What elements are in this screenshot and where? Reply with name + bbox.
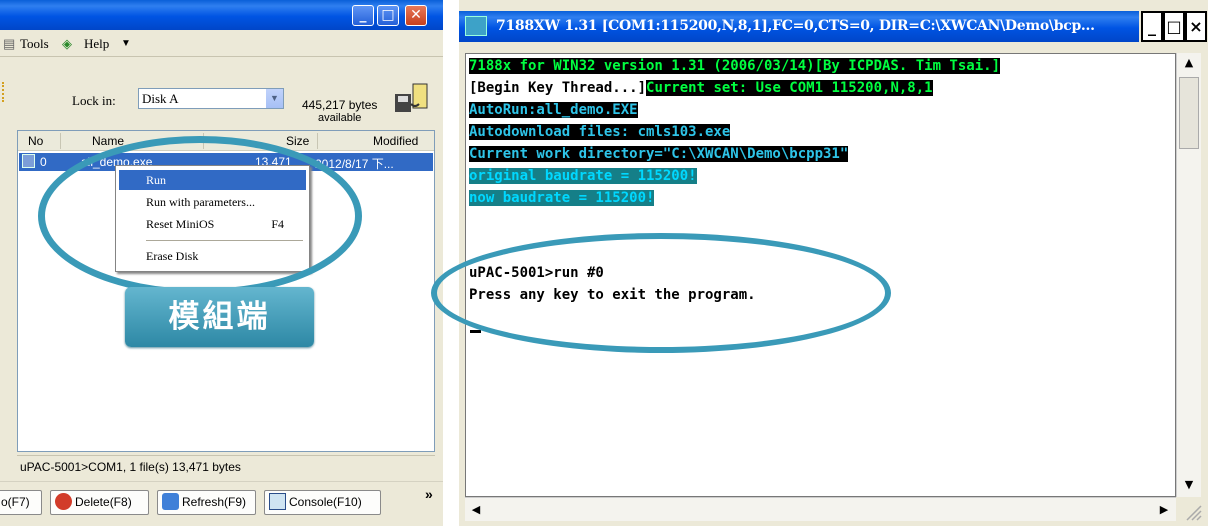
partial-button-label: o(F7): [1, 495, 30, 509]
col-no[interactable]: No: [28, 134, 43, 148]
close-icon[interactable]: ×: [1185, 11, 1207, 42]
refresh-button[interactable]: Refresh(F9): [157, 490, 256, 515]
maximize-icon[interactable]: □: [1163, 11, 1185, 42]
annotation-label: 模組端: [125, 287, 314, 347]
delete-button-label: Delete(F8): [75, 495, 132, 509]
window-title: 7188XW 1.31 [COM1:115200,N,8,1],FC=0,CTS…: [496, 18, 1095, 34]
menu-tools[interactable]: Tools: [20, 36, 49, 52]
refresh-icon: [162, 493, 179, 510]
scroll-up-icon[interactable]: ▲: [1178, 53, 1200, 73]
file-icon: [22, 154, 35, 168]
menu-separator-icon: ▤: [3, 36, 16, 51]
scroll-right-icon[interactable]: ▶: [1153, 500, 1175, 520]
disk-select-value: Disk A: [142, 91, 179, 106]
console-line: Current work directory="C:\XWCAN\Demo\bc…: [469, 146, 849, 162]
toolbar-overflow[interactable]: »: [425, 486, 433, 502]
console-line: now baudrate = 115200!: [469, 190, 655, 206]
right-title-bar[interactable]: 7188XW 1.31 [COM1:115200,N,8,1],FC=0,CTS…: [459, 11, 1139, 42]
scroll-down-icon[interactable]: ▼: [1178, 475, 1200, 495]
delete-button[interactable]: Delete(F8): [50, 490, 149, 515]
status-bar: uPAC-5001>COM1, 1 file(s) 13,471 bytes: [17, 455, 435, 477]
console-cursor: [470, 330, 481, 333]
lock-in-label: Lock in:: [72, 93, 116, 108]
annotation-circle-right: [431, 233, 891, 353]
right-title-area: 7188XW 1.31 [COM1:115200,N,8,1],FC=0,CTS…: [459, 0, 1208, 53]
console-button-label: Console(F10): [289, 495, 362, 509]
maximize-icon[interactable]: □: [377, 5, 399, 26]
console-line: 7188x for WIN32 version 1.31 (2006/03/14…: [469, 58, 1001, 74]
console-line: Current set: Use COM1 115200,N,8,1: [646, 80, 933, 96]
scroll-thumb[interactable]: [1179, 77, 1199, 149]
minimize-icon[interactable]: _: [1141, 11, 1163, 42]
partial-button[interactable]: o(F7): [0, 490, 42, 515]
close-icon[interactable]: ✕: [405, 5, 427, 26]
disk-icon: [395, 83, 428, 112]
console-line: original baudrate = 115200!: [469, 168, 697, 184]
console-button[interactable]: Console(F10): [264, 490, 381, 515]
chevron-down-icon[interactable]: ▼: [121, 38, 131, 49]
button-bar: o(F7) Delete(F8) Refresh(F9) Console(F10…: [0, 481, 443, 526]
col-size[interactable]: Size: [286, 134, 309, 148]
resize-grip-icon[interactable]: [1181, 500, 1203, 522]
vertical-scrollbar[interactable]: ▲ ▼: [1176, 53, 1201, 497]
help-icon: ◈: [62, 36, 72, 51]
col-modified[interactable]: Modified: [373, 134, 418, 148]
row-no: 0: [40, 155, 47, 169]
delete-icon: [55, 493, 72, 510]
menu-bar: ▤ Tools ◈ Help ▼: [0, 31, 443, 57]
console-line: [Begin Key Thread...]: [469, 80, 647, 96]
available-label: available: [318, 112, 362, 124]
scroll-left-icon[interactable]: ◀: [465, 500, 487, 520]
annotation-circle-left: [38, 136, 362, 296]
menu-help[interactable]: Help: [84, 36, 109, 52]
horizontal-scrollbar[interactable]: ◀ ▶: [465, 497, 1176, 521]
left-title-bar[interactable]: _ □ ✕: [0, 0, 443, 30]
console-line: Autodownload files: cmls103.exe: [469, 124, 731, 140]
minimize-icon[interactable]: _: [352, 5, 374, 26]
grip-icon: [2, 82, 5, 102]
chevron-down-icon[interactable]: ▼: [266, 89, 283, 108]
free-bytes: 445,217 bytes: [302, 98, 378, 112]
console-line: AutoRun:all_demo.EXE: [469, 102, 638, 118]
console-icon: [269, 493, 286, 510]
app-icon: [465, 16, 487, 36]
disk-select[interactable]: Disk A ▼: [138, 88, 284, 109]
refresh-button-label: Refresh(F9): [182, 495, 247, 509]
